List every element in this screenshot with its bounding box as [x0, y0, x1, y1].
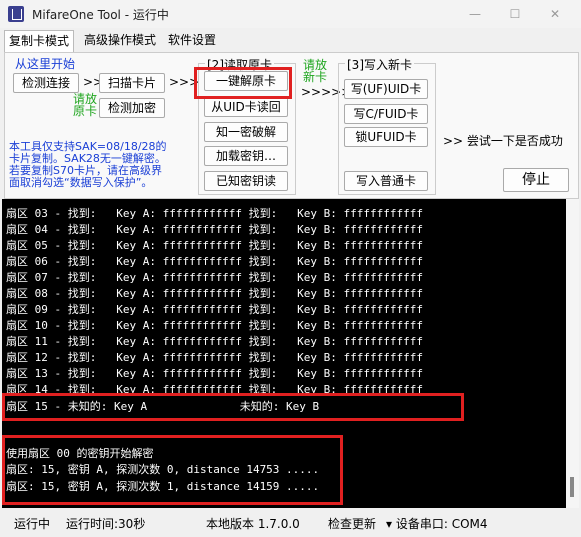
log-line: 扇区 06 - 找到: Key A: ffffffffffff 找到: Key … — [6, 255, 423, 268]
app-icon — [8, 6, 24, 22]
start-label: 从这里开始 — [15, 57, 76, 71]
highlight-decrypt-log — [2, 435, 343, 505]
lock-ufuid-card-button[interactable]: 锁UFUID卡 — [344, 127, 428, 147]
check-encryption-button[interactable]: 检测加密 — [99, 98, 165, 118]
log-line: 扇区 05 - 找到: Key A: ffffffffffff 找到: Key … — [6, 239, 423, 252]
log-line: 扇区 07 - 找到: Key A: ffffffffffff 找到: Key … — [6, 271, 423, 284]
detect-connection-button[interactable]: 检测连接 — [13, 73, 79, 93]
tab-settings[interactable]: 软件设置 — [164, 30, 220, 50]
stop-button[interactable]: 停止 — [503, 168, 569, 192]
scrollbar-thumb[interactable] — [570, 477, 574, 497]
write-cfuid-card-button[interactable]: 写C/FUID卡 — [344, 104, 428, 124]
log-line: 扇区 09 - 找到: Key A: ffffffffffff 找到: Key … — [6, 303, 423, 316]
status-state: 运行中 — [14, 517, 51, 531]
check-update-link[interactable]: 检查更新 — [328, 515, 376, 532]
title-bar: MifareOne Tool - 运行中 — ☐ ✕ — [0, 0, 581, 28]
log-line: 扇区 10 - 找到: Key A: ffffffffffff 找到: Key … — [6, 319, 423, 332]
tab-advanced-mode[interactable]: 高级操作模式 — [80, 30, 160, 50]
log-line: 扇区 08 - 找到: Key A: ffffffffffff 找到: Key … — [6, 287, 423, 300]
scan-card-button[interactable]: 扫描卡片 — [99, 73, 165, 93]
known-one-key-crack-button[interactable]: 知一密破解 — [204, 122, 288, 142]
status-version: 本地版本 1.7.0.0 — [206, 517, 300, 531]
insert-new-card-hint: 请放 新卡 — [303, 58, 328, 84]
maximize-icon[interactable]: ☐ — [500, 4, 530, 24]
console-scrollbar[interactable] — [566, 199, 579, 508]
write-uf-uid-card-button[interactable]: 写(UF)UID卡 — [344, 79, 428, 99]
highlight-one-click — [194, 67, 292, 99]
insert-original-card-hint: 请放 原卡 — [73, 92, 98, 118]
log-line: 扇区 03 - 找到: Key A: ffffffffffff 找到: Key … — [6, 207, 423, 220]
read-from-uid-card-button[interactable]: 从UID卡读回 — [204, 97, 288, 117]
close-icon[interactable]: ✕ — [540, 4, 570, 24]
tab-copy-mode[interactable]: 复制卡模式 — [4, 30, 75, 53]
status-runtime: 运行时间:30秒 — [66, 517, 146, 531]
log-line: 扇区 13 - 找到: Key A: ffffffffffff 找到: Key … — [6, 367, 423, 380]
write-normal-card-button[interactable]: 写入普通卡 — [344, 171, 428, 191]
device-port-select[interactable]: ▾ 设备串口: COM4 — [386, 515, 488, 532]
window-title: MifareOne Tool - 运行中 — [32, 8, 169, 22]
status-bar: 运行中 运行时间:30秒 本地版本 1.7.0.0 检查更新 ▾ 设备串口: C… — [0, 509, 581, 537]
load-keys-button[interactable]: 加载密钥… — [204, 146, 288, 166]
highlight-sector15 — [2, 393, 464, 421]
log-line: 扇区 12 - 找到: Key A: ffffffffffff 找到: Key … — [6, 351, 423, 364]
log-line: 扇区 11 - 找到: Key A: ffffffffffff 找到: Key … — [6, 335, 423, 348]
step3-label: [3]写入新卡 — [345, 56, 414, 73]
known-key-read-button[interactable]: 已知密钥读 — [204, 171, 288, 191]
try-success-label: >> 尝试一下是否成功 — [443, 134, 563, 148]
usage-note: 本工具仅支持SAK=08/18/28的 卡片复制。SAK28无一键解密。 若要复制S… — [9, 140, 167, 189]
log-line: 扇区 04 - 找到: Key A: ffffffffffff 找到: Key … — [6, 223, 423, 236]
minimize-icon[interactable]: — — [460, 4, 490, 24]
